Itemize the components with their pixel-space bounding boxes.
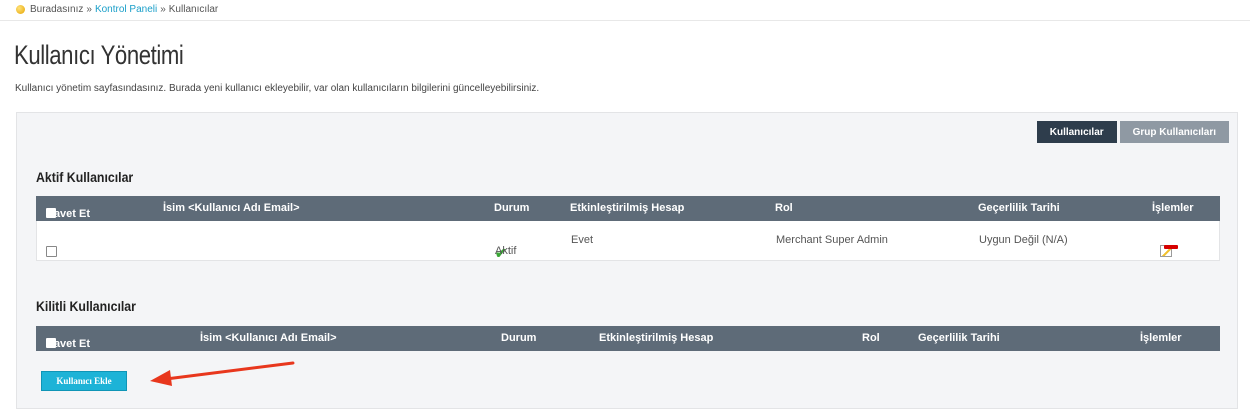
- header-name: İsim <Kullanıcı Adı Email>: [200, 332, 337, 344]
- add-user-button[interactable]: Kullanıcı Ekle: [41, 371, 127, 391]
- header-status: Durum: [501, 332, 537, 344]
- row-role: Merchant Super Admin: [776, 234, 888, 246]
- row-validity: Uygun Değil (N/A): [979, 234, 1068, 246]
- breadcrumb-separator: »: [86, 4, 92, 15]
- header-role: Rol: [775, 202, 793, 214]
- header-actions: İşlemler: [1152, 202, 1194, 214]
- breadcrumb-here: Buradasınız: [30, 4, 84, 15]
- locked-users-title: Kilitli Kullanıcılar: [36, 298, 136, 314]
- tab-group-users[interactable]: Grup Kullanıcıları: [1119, 121, 1229, 143]
- header-status: Durum: [494, 202, 530, 214]
- header-enabled: Etkinleştirilmiş Hesap: [570, 202, 685, 214]
- arrow-head: [150, 370, 172, 386]
- header-validity: Geçerlilik Tarihi: [918, 332, 1000, 344]
- header-enabled: Etkinleştirilmiş Hesap: [599, 332, 714, 344]
- page-title: Kullanıcı Yönetimi: [14, 40, 184, 70]
- breadcrumb-current: Kullanıcılar: [168, 4, 219, 15]
- header-role: Rol: [862, 332, 880, 344]
- header-actions: İşlemler: [1140, 332, 1182, 344]
- arrow-annotation: [150, 361, 295, 386]
- breadcrumb-link-control-panel[interactable]: Kontrol Paneli: [95, 4, 157, 15]
- delete-icon[interactable]: [1164, 245, 1178, 249]
- locked-users-header: Davet Et İsim <Kullanıcı Adı Email> Duru…: [36, 326, 1220, 351]
- header-validity: Geçerlilik Tarihi: [978, 202, 1060, 214]
- row-status-label: Aktif: [495, 245, 517, 257]
- page-description: Kullanıcı yönetim sayfasındasınız. Burad…: [15, 83, 540, 94]
- table-row: ✔ Aktif Evet Merchant Super Admin Uygun D…: [36, 221, 1220, 261]
- top-divider: [0, 20, 1250, 21]
- header-name: İsim <Kullanıcı Adı Email>: [163, 202, 300, 214]
- active-users-title: Aktif Kullanıcılar: [36, 169, 134, 185]
- breadcrumb: Buradasınız » Kontrol Paneli » Kullanıcı…: [16, 4, 218, 15]
- tab-bar: Kullanıcılar Grup Kullanıcıları: [1036, 121, 1229, 143]
- header-invite-label: Davet Et: [46, 338, 91, 350]
- tab-users[interactable]: Kullanıcılar: [1036, 121, 1117, 143]
- breadcrumb-separator: »: [160, 4, 166, 15]
- home-icon: [16, 5, 25, 14]
- active-users-header: Davet Et İsim <Kullanıcı Adı Email> Duru…: [36, 196, 1220, 221]
- arrow-shaft: [164, 361, 295, 381]
- row-enabled: Evet: [571, 234, 594, 246]
- header-invite-label: Davet Et: [46, 208, 91, 220]
